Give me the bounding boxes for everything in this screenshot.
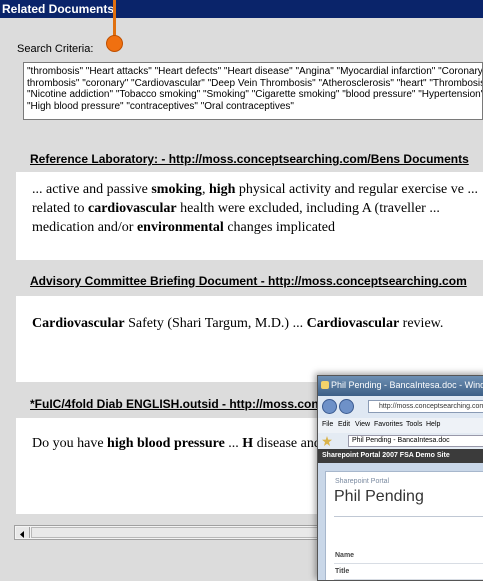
portal-bar[interactable]: Sharepoint Portal 2007 FSA Demo Site	[318, 449, 483, 463]
popup-navbar: http://moss.conceptsearching.com	[318, 396, 483, 418]
browser-popup-window[interactable]: Phil Pending - BancaIntesa.doc - Windows…	[317, 375, 483, 581]
menu-favorites[interactable]: Favorites	[374, 421, 403, 428]
callout-pin-icon	[106, 35, 123, 52]
divider	[334, 563, 483, 564]
browser-tab[interactable]: Phil Pending - BancaIntesa.doc	[348, 435, 483, 447]
field-label-title: Title	[335, 568, 350, 575]
ie-page-icon	[321, 381, 329, 389]
scroll-left-arrow-icon	[20, 531, 24, 538]
field-label-name: Name	[335, 552, 355, 559]
back-icon[interactable]	[322, 399, 337, 414]
popup-page-heading: Phil Pending	[334, 488, 424, 505]
star-icon[interactable]	[322, 436, 332, 446]
scroll-left-button[interactable]	[16, 527, 30, 538]
popup-favorites-bar: Phil Pending - BancaIntesa.doc	[318, 433, 483, 449]
popup-menubar: File Edit View Favorites Tools Help	[318, 418, 483, 433]
menu-help[interactable]: Help	[426, 421, 440, 428]
popup-content-card: Sharepoint Portal Phil Pending Name Titl…	[325, 471, 483, 580]
result-snippet-box-1: ... active and passive smoking, high phy…	[16, 172, 483, 260]
result-snippet-box-2: Cardiovascular Safety (Shari Targum, M.D…	[16, 296, 483, 382]
menu-view[interactable]: View	[355, 421, 370, 428]
callout-line	[113, 0, 116, 40]
search-criteria-field[interactable]: "thrombosis" "Heart attacks" "Heart defe…	[23, 62, 483, 120]
result-link-1[interactable]: Reference Laboratory: - http://moss.conc…	[30, 152, 469, 166]
menu-tools[interactable]: Tools	[406, 421, 422, 428]
panel-title: Related Documents	[2, 2, 115, 16]
search-criteria-text: "thrombosis" "Heart attacks" "Heart defe…	[27, 66, 483, 112]
search-criteria-label: Search Criteria:	[17, 43, 94, 55]
menu-edit[interactable]: Edit	[338, 421, 350, 428]
panel-titlebar: Related Documents	[0, 0, 483, 18]
result-link-2[interactable]: Advisory Committee Briefing Document - h…	[30, 274, 467, 288]
popup-page-area: Sharepoint Portal Phil Pending Name Titl…	[318, 463, 483, 580]
divider	[334, 516, 483, 517]
result-snippet-1: ... active and passive smoking, high phy…	[32, 182, 478, 235]
address-bar[interactable]: http://moss.conceptsearching.com	[368, 400, 483, 413]
sharepoint-label: Sharepoint Portal	[335, 478, 390, 485]
result-snippet-2: Cardiovascular Safety (Shari Targum, M.D…	[32, 316, 444, 331]
divider	[334, 579, 483, 580]
popup-window-title: Phil Pending - BancaIntesa.doc - Windows…	[331, 380, 483, 390]
menu-file[interactable]: File	[322, 421, 333, 428]
popup-titlebar: Phil Pending - BancaIntesa.doc - Windows…	[318, 376, 483, 396]
scrollbar-thumb[interactable]	[31, 527, 331, 538]
forward-icon[interactable]	[339, 399, 354, 414]
